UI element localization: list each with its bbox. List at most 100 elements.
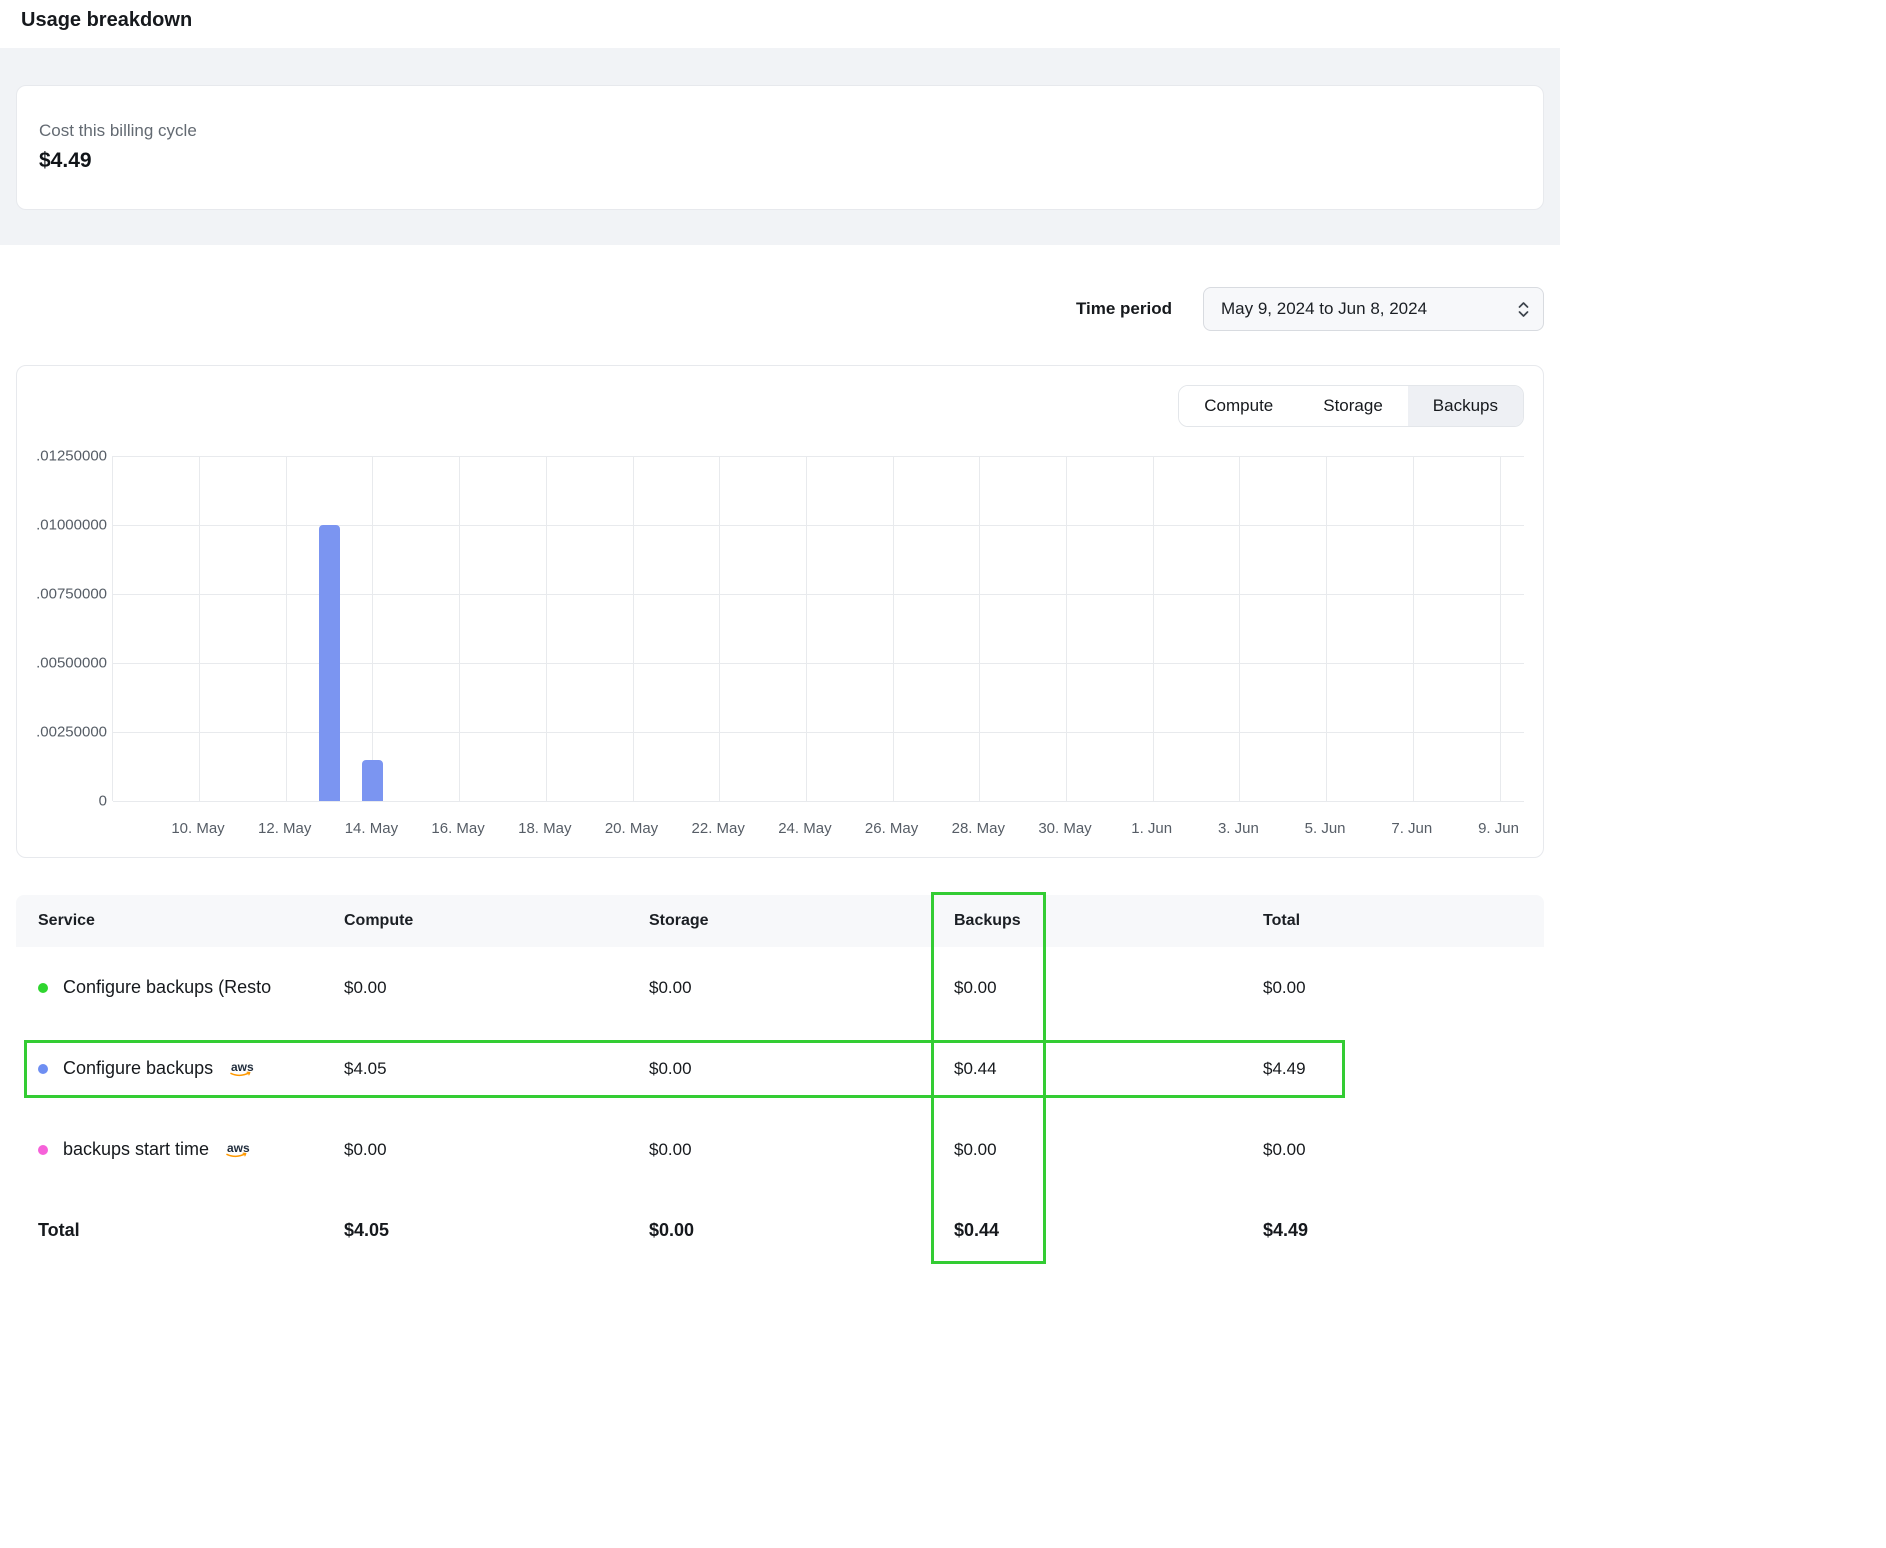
backups-value: $0.00 <box>954 1140 1263 1160</box>
x-tick-label: 26. May <box>865 819 918 838</box>
x-tick-label: 30. May <box>1038 819 1091 838</box>
table-total-row: Total$4.05$0.00$0.44$4.49 <box>16 1190 1544 1270</box>
x-tick-label: 3. Jun <box>1218 819 1259 838</box>
cost-card-value: $4.49 <box>39 148 1521 173</box>
series-dot-icon <box>38 1064 48 1074</box>
total-compute-value: $4.05 <box>344 1220 649 1241</box>
tab-compute[interactable]: Compute <box>1179 386 1298 426</box>
tab-storage[interactable]: Storage <box>1298 386 1408 426</box>
service-cell: Configure backups (Resto <box>38 977 344 998</box>
compute-value: $0.00 <box>344 978 649 998</box>
y-tick-label: .01250000 <box>36 448 107 465</box>
y-tick-label: 0 <box>99 793 107 810</box>
x-tick-label: 24. May <box>778 819 831 838</box>
table-row: backups start timeaws$0.00$0.00$0.00$0.0… <box>16 1109 1544 1190</box>
time-period-value: May 9, 2024 to Jun 8, 2024 <box>1221 299 1427 319</box>
x-tick-label: 16. May <box>431 819 484 838</box>
svg-text:aws: aws <box>227 1141 250 1155</box>
h-gridline <box>113 456 1524 457</box>
total-total-value: $4.49 <box>1263 1220 1522 1241</box>
service-name: backups start time <box>63 1139 209 1160</box>
x-tick-label: 5. Jun <box>1305 819 1346 838</box>
total-value: $4.49 <box>1263 1059 1522 1079</box>
backups-value: $0.00 <box>954 978 1263 998</box>
x-tick-label: 14. May <box>345 819 398 838</box>
page-title: Usage breakdown <box>0 8 1560 32</box>
cost-card-label: Cost this billing cycle <box>39 120 1521 141</box>
v-gridline <box>286 456 287 801</box>
v-gridline <box>372 456 373 801</box>
service-name: Configure backups <box>63 1058 213 1079</box>
aws-logo-icon: aws <box>228 1060 258 1078</box>
storage-value: $0.00 <box>649 1140 954 1160</box>
total-value: $0.00 <box>1263 978 1522 998</box>
time-period-row: Time period May 9, 2024 to Jun 8, 2024 <box>0 287 1560 331</box>
usage-table: ServiceComputeStorageBackupsTotalConfigu… <box>16 895 1544 1270</box>
x-tick-label: 7. Jun <box>1391 819 1432 838</box>
v-gridline <box>459 456 460 801</box>
v-gridline <box>633 456 634 801</box>
usage-table-wrap: ServiceComputeStorageBackupsTotalConfigu… <box>16 895 1544 1270</box>
h-gridline <box>113 801 1524 802</box>
series-dot-icon <box>38 1145 48 1155</box>
tab-backups[interactable]: Backups <box>1408 386 1523 426</box>
chart-x-axis: 10. May 12. May 14. May 16. May 18. May 20. M… <box>112 819 1524 839</box>
chart-plot-area <box>112 456 1524 801</box>
chart-y-axis: .01250000.01000000.00750000.00500000.002… <box>17 456 107 801</box>
v-gridline <box>893 456 894 801</box>
table-row: Configure backups (Resto$0.00$0.00$0.00$… <box>16 947 1544 1028</box>
cost-summary-band: Cost this billing cycle $4.49 <box>0 48 1560 245</box>
column-header-storage: Storage <box>649 912 954 930</box>
column-header-total: Total <box>1263 912 1522 930</box>
series-dot-icon <box>38 983 48 993</box>
v-gridline <box>1239 456 1240 801</box>
v-gridline <box>199 456 200 801</box>
compute-value: $4.05 <box>344 1059 649 1079</box>
service-name: Configure backups (Resto <box>63 977 271 998</box>
x-tick-label: 10. May <box>171 819 224 838</box>
v-gridline <box>719 456 720 801</box>
cost-card: Cost this billing cycle $4.49 <box>16 85 1544 210</box>
svg-text:aws: aws <box>231 1060 254 1074</box>
v-gridline <box>1500 456 1501 801</box>
aws-logo-icon: aws <box>224 1141 254 1159</box>
compute-value: $0.00 <box>344 1140 649 1160</box>
total-row-label: Total <box>38 1220 344 1241</box>
x-tick-label: 9. Jun <box>1478 819 1519 838</box>
storage-value: $0.00 <box>649 978 954 998</box>
usage-chart-card: ComputeStorageBackups .01250000.01000000… <box>16 365 1544 858</box>
total-backups-value: $0.44 <box>954 1220 1263 1241</box>
table-header-row: ServiceComputeStorageBackupsTotal <box>16 895 1544 947</box>
total-storage-value: $0.00 <box>649 1220 954 1241</box>
table-row: Configure backups aws $4.05$0.00$0.44$4.49 <box>16 1028 1544 1109</box>
y-tick-label: .00500000 <box>36 655 107 672</box>
x-tick-label: 22. May <box>692 819 745 838</box>
service-cell: backups start time aws <box>38 1139 344 1160</box>
total-value: $0.00 <box>1263 1140 1522 1160</box>
chevron-updown-icon <box>1516 300 1531 319</box>
v-gridline <box>546 456 547 801</box>
page-content: Usage breakdown Cost this billing cycle … <box>0 8 1560 1270</box>
storage-value: $0.00 <box>649 1059 954 1079</box>
x-tick-label: 20. May <box>605 819 658 838</box>
column-header-compute: Compute <box>344 912 649 930</box>
x-tick-label: 1. Jun <box>1131 819 1172 838</box>
time-period-select[interactable]: May 9, 2024 to Jun 8, 2024 <box>1203 287 1544 331</box>
x-tick-label: 12. May <box>258 819 311 838</box>
y-tick-label: .01000000 <box>36 517 107 534</box>
chart-metric-tabs: ComputeStorageBackups <box>1178 385 1524 427</box>
backups-value: $0.44 <box>954 1059 1263 1079</box>
y-tick-label: .00250000 <box>36 724 107 741</box>
v-gridline <box>1153 456 1154 801</box>
x-tick-label: 18. May <box>518 819 571 838</box>
time-period-label: Time period <box>1076 299 1172 319</box>
v-gridline <box>1413 456 1414 801</box>
usage-bar-13-may[interactable] <box>319 525 340 801</box>
v-gridline <box>1326 456 1327 801</box>
v-gridline <box>979 456 980 801</box>
service-cell: Configure backups aws <box>38 1058 344 1079</box>
usage-bar-14-may[interactable] <box>362 760 383 801</box>
column-header-service: Service <box>38 912 344 930</box>
v-gridline <box>806 456 807 801</box>
column-header-backups: Backups <box>954 912 1263 930</box>
